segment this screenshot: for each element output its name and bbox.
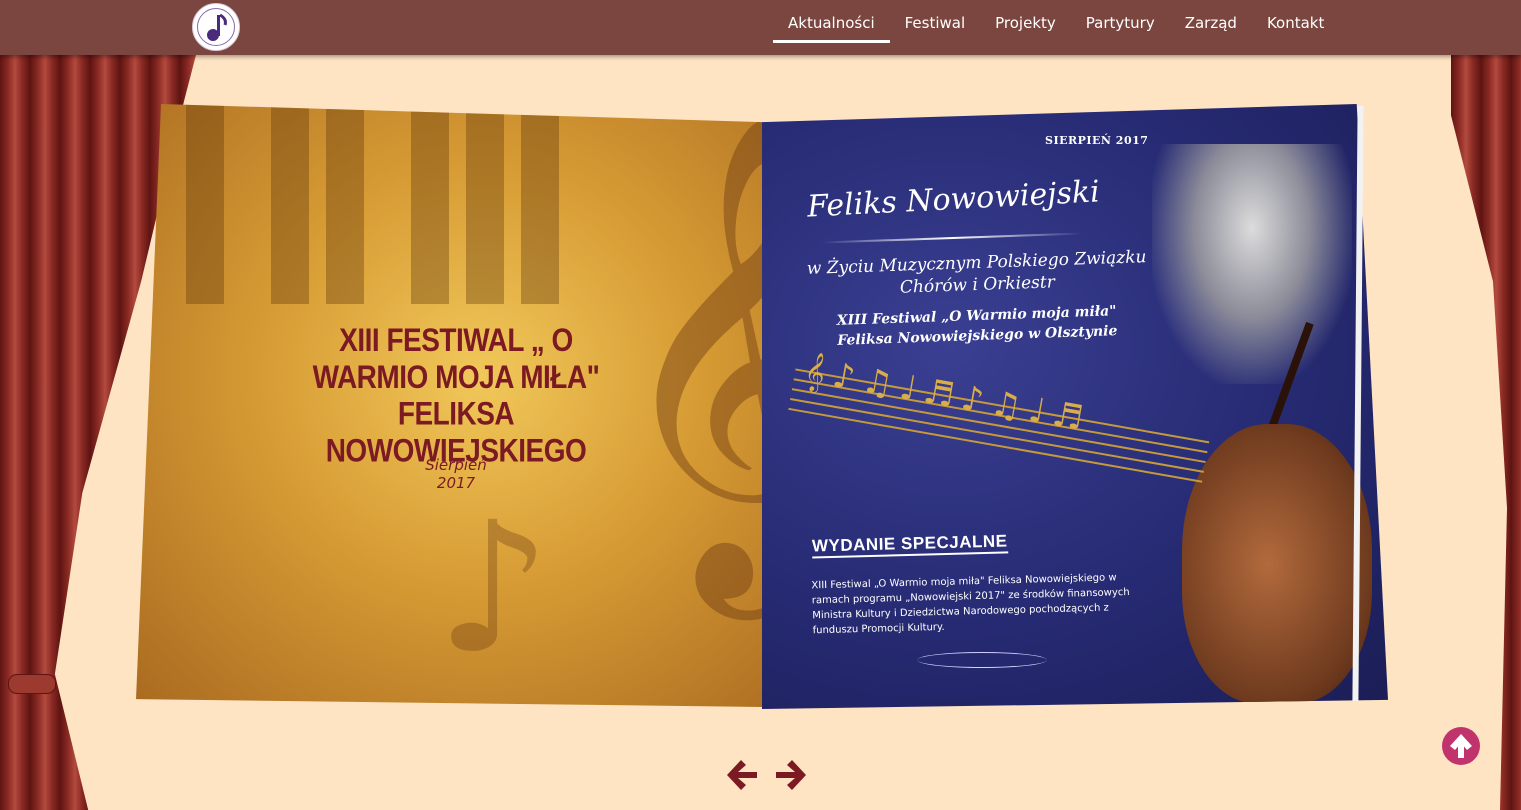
festival-date: Sierpień 2017	[425, 456, 487, 492]
festival-subtitle: XIII Festiwal „O Warmio moja miła" Felik…	[836, 303, 1118, 349]
arrow-right-icon[interactable]	[772, 756, 810, 794]
nav-item-aktualnosci[interactable]: Aktualności	[773, 0, 890, 43]
main-nav: Aktualności Festiwal Projekty Partytury …	[773, 0, 1339, 55]
arrow-up-icon	[1450, 734, 1472, 758]
treble-clef-decoration: 𝄞	[606, 109, 762, 598]
music-note-icon	[207, 13, 227, 41]
music-note-decoration: ♪	[436, 484, 551, 693]
book-page-left[interactable]: 𝄞 ♪ XIII FESTIWAL „ O WARMIO MOJA MIŁA" …	[136, 104, 762, 707]
curtain-tieback	[8, 674, 56, 694]
nav-item-festiwal[interactable]: Festiwal	[890, 0, 981, 43]
ornament-divider	[917, 652, 1047, 668]
right-curtain	[1451, 55, 1521, 810]
arrow-left-icon[interactable]	[723, 756, 761, 794]
nav-item-kontakt[interactable]: Kontakt	[1252, 0, 1339, 43]
composer-portrait	[1152, 144, 1352, 384]
special-edition-heading: WYDANIE SPECJALNE	[811, 531, 1008, 559]
nav-item-partytury[interactable]: Partytury	[1071, 0, 1170, 43]
festival-title: XIII FESTIWAL „ O WARMIO MOJA MIŁA" FELI…	[312, 322, 600, 469]
special-edition-text: XIII Festiwal „O Warmio moja miła" Felik…	[811, 572, 1130, 637]
composer-name: Feliks Nowowiejski	[806, 174, 1101, 225]
flipbook[interactable]: 𝄞 ♪ XIII FESTIWAL „ O WARMIO MOJA MIŁA" …	[136, 104, 1389, 709]
site-logo[interactable]	[192, 3, 240, 51]
scroll-to-top-button[interactable]	[1442, 727, 1480, 765]
nav-item-projekty[interactable]: Projekty	[980, 0, 1071, 43]
title-divider	[822, 232, 1082, 244]
publication-subtitle: w Życiu Muzycznym Polskiego Związku Chór…	[806, 247, 1147, 298]
piano-keys-decoration	[176, 104, 616, 314]
cello-image	[1182, 424, 1372, 704]
top-navigation-bar: Aktualności Festiwal Projekty Partytury …	[0, 0, 1521, 55]
book-page-right[interactable]: 𝄞♪♫♩♬♪♫♩♬ SIERPIEŃ 2017 Feliks Nowowiejs…	[762, 104, 1388, 709]
nav-item-zarzad[interactable]: Zarząd	[1170, 0, 1252, 43]
issue-date: SIERPIEŃ 2017	[1045, 134, 1149, 147]
